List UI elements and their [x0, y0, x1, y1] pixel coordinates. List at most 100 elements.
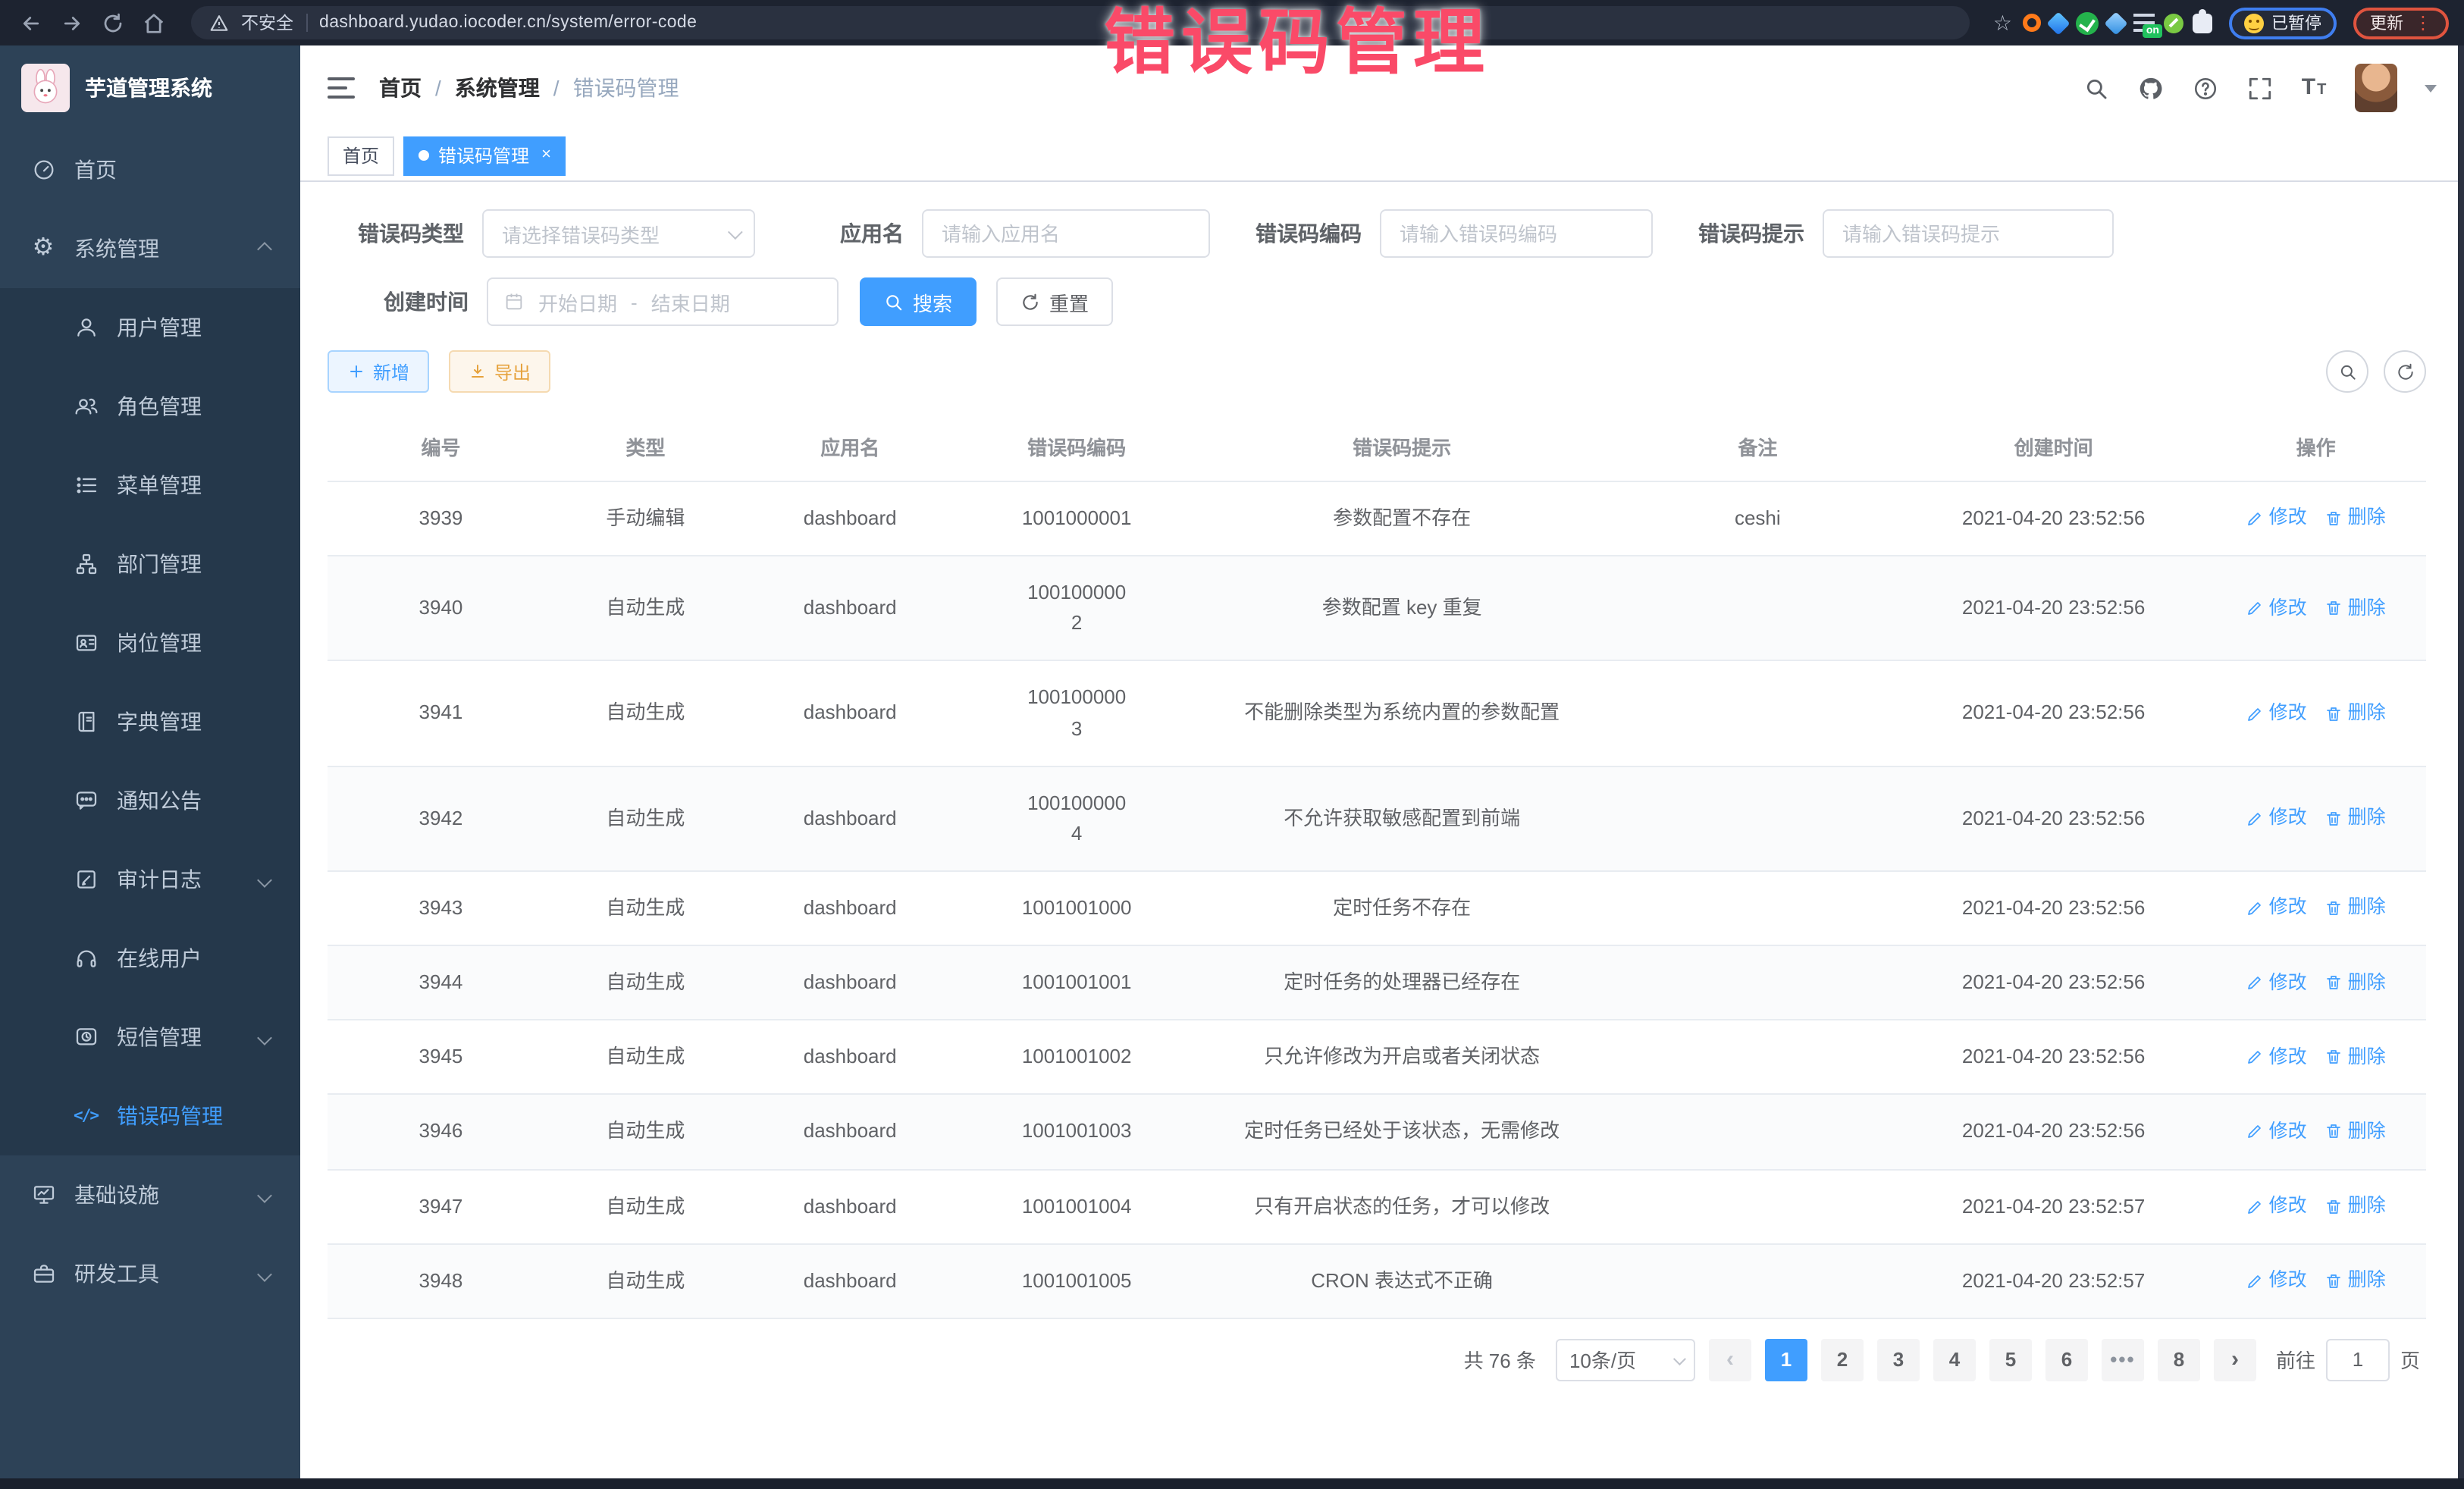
- edit-link[interactable]: 修改: [2246, 1266, 2307, 1296]
- export-button[interactable]: 导出: [449, 350, 550, 393]
- select-placeholder: 请选择错误码类型: [502, 219, 660, 248]
- date-range-picker[interactable]: 开始日期 - 结束日期: [487, 277, 839, 326]
- profile-paused-pill[interactable]: 已暂停: [2229, 7, 2337, 39]
- home-icon[interactable]: [138, 8, 168, 38]
- delete-link[interactable]: 删除: [2325, 1118, 2386, 1147]
- hamburger-icon[interactable]: [328, 77, 355, 99]
- sidebar-item-home[interactable]: 首页: [0, 130, 300, 209]
- goto-page-input[interactable]: [2326, 1339, 2390, 1381]
- github-icon[interactable]: [2136, 74, 2164, 102]
- tab-error-codes[interactable]: 错误码管理 ×: [403, 136, 566, 175]
- security-label[interactable]: 不安全: [241, 11, 293, 35]
- edit-link[interactable]: 修改: [2246, 699, 2307, 729]
- sidebar-item-dictionary[interactable]: 字典管理: [0, 682, 300, 761]
- sidebar-item-dev-tools[interactable]: 研发工具: [0, 1234, 300, 1313]
- sidebar-item-users[interactable]: 用户管理: [0, 288, 300, 367]
- fullscreen-icon[interactable]: [2246, 74, 2273, 102]
- edit-link[interactable]: 修改: [2246, 504, 2307, 534]
- delete-link[interactable]: 删除: [2325, 699, 2386, 729]
- error-hint-input[interactable]: [1823, 209, 2114, 258]
- cell-type: 自动生成: [554, 967, 737, 998]
- cell-actions: 修改 删除: [2205, 1042, 2426, 1072]
- edit-link[interactable]: 修改: [2246, 594, 2307, 623]
- delete-link[interactable]: 删除: [2325, 1266, 2386, 1296]
- reload-icon[interactable]: [97, 8, 127, 38]
- security-warning-icon[interactable]: [209, 13, 229, 33]
- avatar[interactable]: [2355, 64, 2397, 112]
- avatar-caret-down-icon[interactable]: [2425, 84, 2437, 92]
- back-icon[interactable]: [15, 8, 45, 38]
- page-number-button[interactable]: 6: [2045, 1339, 2088, 1381]
- cell-time: 2021-04-20 23:52:56: [1901, 1117, 2205, 1147]
- prev-page-button[interactable]: ‹: [1709, 1339, 1751, 1381]
- extension-icon-orange[interactable]: [2023, 14, 2041, 32]
- browser-menu-icon[interactable]: ⋮: [2414, 14, 2432, 32]
- forward-icon[interactable]: [56, 8, 86, 38]
- show-search-button[interactable]: [2326, 350, 2368, 393]
- extension-icon-puzzle[interactable]: [2193, 13, 2212, 33]
- cell-app: dashboard: [737, 967, 964, 998]
- sidebar-item-roles[interactable]: 角色管理: [0, 367, 300, 446]
- delete-link[interactable]: 删除: [2325, 504, 2386, 534]
- sidebar-logo-row[interactable]: 芋道管理系统: [0, 45, 300, 130]
- delete-link[interactable]: 删除: [2325, 968, 2386, 998]
- delete-link[interactable]: 删除: [2325, 594, 2386, 623]
- error-code-input[interactable]: [1380, 209, 1653, 258]
- delete-link[interactable]: 删除: [2325, 1192, 2386, 1221]
- extension-icon-list[interactable]: on: [2133, 14, 2155, 32]
- error-type-select[interactable]: 请选择错误码类型: [482, 209, 755, 258]
- column-header-app: 应用名: [737, 432, 964, 461]
- extension-icon-green-key[interactable]: [2164, 13, 2183, 33]
- sidebar-item-audit-log[interactable]: 审计日志: [0, 840, 300, 919]
- delete-link[interactable]: 删除: [2325, 1042, 2386, 1072]
- page-number-button[interactable]: 5: [1989, 1339, 2032, 1381]
- help-icon[interactable]: [2191, 74, 2218, 102]
- browser-update-button[interactable]: 更新 ⋮: [2353, 7, 2449, 39]
- extension-icon-blue-diamond[interactable]: [2104, 11, 2127, 34]
- sidebar-item-infrastructure[interactable]: 基础设施: [0, 1155, 300, 1234]
- page-number-button[interactable]: 4: [1933, 1339, 1976, 1381]
- filter-code: 错误码编码: [1256, 209, 1653, 258]
- edit-link[interactable]: 修改: [2246, 804, 2307, 833]
- sidebar-item-online-users[interactable]: 在线用户: [0, 919, 300, 998]
- extension-icon-green-check[interactable]: [2076, 11, 2099, 34]
- reset-button[interactable]: 重置: [996, 277, 1113, 326]
- tab-close-icon[interactable]: ×: [541, 147, 551, 164]
- goto-page: 前往 页: [2276, 1339, 2420, 1381]
- bookmark-star-icon[interactable]: ☆: [1993, 12, 2012, 33]
- tab-home[interactable]: 首页: [328, 136, 394, 175]
- add-button[interactable]: 新增: [328, 350, 429, 393]
- edit-link[interactable]: 修改: [2246, 1192, 2307, 1221]
- sidebar-item-departments[interactable]: 部门管理: [0, 525, 300, 603]
- page-number-button[interactable]: 1: [1765, 1339, 1807, 1381]
- sidebar-item-positions[interactable]: 岗位管理: [0, 603, 300, 682]
- search-button[interactable]: 搜索: [860, 277, 977, 326]
- refresh-button[interactable]: [2384, 350, 2426, 393]
- next-page-button[interactable]: ›: [2214, 1339, 2256, 1381]
- page-number-button[interactable]: •••: [2102, 1339, 2144, 1381]
- search-icon[interactable]: [2082, 74, 2109, 102]
- delete-link[interactable]: 删除: [2325, 804, 2386, 833]
- table-body: 3939 手动编辑 dashboard 1001000001 参数配置不存在 c…: [328, 482, 2426, 1319]
- sidebar-item-system[interactable]: ⚙ 系统管理: [0, 209, 300, 288]
- page-number-button[interactable]: 2: [1821, 1339, 1864, 1381]
- page-number-button[interactable]: 3: [1877, 1339, 1920, 1381]
- app-name-input[interactable]: [922, 209, 1210, 258]
- extension-icon-gem[interactable]: [2046, 11, 2070, 34]
- breadcrumb-system[interactable]: 系统管理: [455, 73, 540, 103]
- page-number-button[interactable]: 8: [2158, 1339, 2200, 1381]
- url-text[interactable]: dashboard.yudao.iocoder.cn/system/error-…: [319, 14, 697, 32]
- address-bar[interactable]: 不安全 dashboard.yudao.iocoder.cn/system/er…: [191, 6, 1970, 39]
- page-size-select[interactable]: 10条/页: [1556, 1339, 1695, 1381]
- sidebar-item-menus[interactable]: 菜单管理: [0, 446, 300, 525]
- edit-link[interactable]: 修改: [2246, 1042, 2307, 1072]
- sidebar-item-error-codes[interactable]: </> 错误码管理: [0, 1077, 300, 1155]
- edit-link[interactable]: 修改: [2246, 1118, 2307, 1147]
- breadcrumb-home[interactable]: 首页: [379, 73, 422, 103]
- sidebar-item-sms[interactable]: 短信管理: [0, 998, 300, 1077]
- delete-link[interactable]: 删除: [2325, 894, 2386, 923]
- edit-link[interactable]: 修改: [2246, 894, 2307, 923]
- edit-link[interactable]: 修改: [2246, 968, 2307, 998]
- font-size-icon[interactable]: TT: [2300, 74, 2328, 102]
- sidebar-item-announcements[interactable]: 通知公告: [0, 761, 300, 840]
